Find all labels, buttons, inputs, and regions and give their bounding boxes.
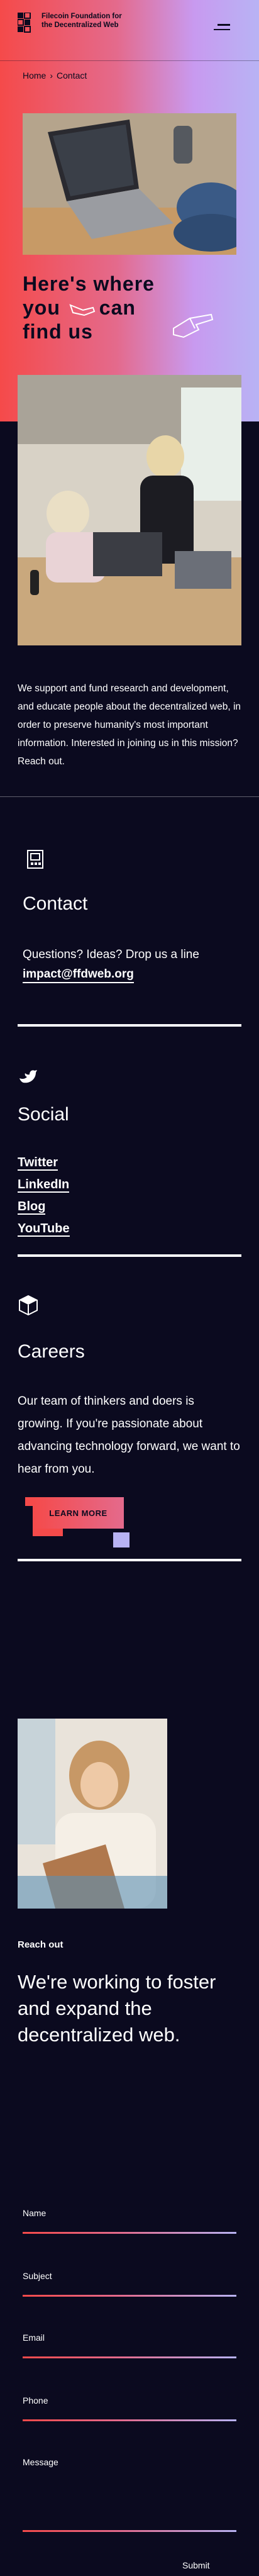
message-input[interactable] xyxy=(23,2468,236,2531)
breadcrumb-home-link[interactable]: Home xyxy=(23,70,46,81)
email-label: Email xyxy=(23,2333,45,2343)
subject-input[interactable] xyxy=(23,2282,236,2296)
intro-divider xyxy=(0,796,259,797)
careers-text: Our team of thinkers and doers is growin… xyxy=(18,1395,240,1476)
office-photo xyxy=(18,375,241,645)
contact-email-link[interactable]: impact@ffdweb.org xyxy=(23,967,134,983)
phone-label: Phone xyxy=(23,2395,48,2406)
list-item: LinkedIn xyxy=(18,1177,70,1193)
hero-title: Here's where you can find us xyxy=(23,272,155,343)
breadcrumb: Home › Contact xyxy=(23,70,87,81)
subject-field: Subject xyxy=(23,2271,236,2297)
logo-icon[interactable] xyxy=(18,13,36,35)
office-illustration xyxy=(18,375,241,645)
list-item: Blog xyxy=(18,1199,70,1215)
list-item: YouTube xyxy=(18,1221,70,1237)
youtube-link[interactable]: YouTube xyxy=(18,1222,70,1237)
message-label: Message xyxy=(23,2457,58,2467)
cube-icon xyxy=(19,1295,38,1316)
learn-more-button[interactable]: LEARN MORE xyxy=(33,1497,124,1529)
careers-title: Careers xyxy=(18,1341,85,1362)
reach-out-title: We're working to foster and expand the d… xyxy=(18,1971,216,2046)
contact-text: Questions? Ideas? Drop us a line xyxy=(23,948,199,961)
hero-photo-laptop xyxy=(23,113,236,255)
social-title: Social xyxy=(18,1104,69,1125)
blog-link[interactable]: Blog xyxy=(18,1200,46,1215)
intro-text: We support and fund research and develop… xyxy=(18,683,241,767)
menu-button[interactable] xyxy=(214,24,230,34)
logo-text[interactable]: Filecoin Foundation for the Decentralize… xyxy=(41,13,123,30)
careers-bar xyxy=(18,1559,241,1561)
header-divider xyxy=(0,60,259,61)
subject-label: Subject xyxy=(23,2271,52,2281)
person-illustration xyxy=(18,1719,167,1909)
submit-button[interactable]: Submit xyxy=(182,2560,210,2570)
reach-out-label: Reach out xyxy=(18,1939,63,1950)
phone-icon xyxy=(27,850,43,869)
phone-input[interactable] xyxy=(23,2407,236,2421)
decor-square xyxy=(113,1532,130,1547)
phone-field: Phone xyxy=(23,2395,236,2421)
contact-title: Contact xyxy=(23,893,88,914)
email-field: Email xyxy=(23,2333,236,2358)
laptop-illustration xyxy=(23,113,236,255)
name-field: Name xyxy=(23,2208,236,2234)
list-item: Twitter xyxy=(18,1155,70,1171)
social-bar xyxy=(18,1254,241,1257)
breadcrumb-separator: › xyxy=(50,70,53,81)
name-input[interactable] xyxy=(23,2219,236,2233)
name-label: Name xyxy=(23,2208,47,2218)
person-laptop-photo xyxy=(18,1719,167,1909)
bird-icon xyxy=(19,1070,37,1083)
pointing-hand-icon xyxy=(69,303,96,316)
site-header: Filecoin Foundation for the Decentralize… xyxy=(0,0,259,60)
decor-square xyxy=(33,1529,63,1536)
hand-card-icon xyxy=(173,313,214,338)
contact-bar xyxy=(18,1024,241,1027)
linkedin-link[interactable]: LinkedIn xyxy=(18,1178,70,1193)
email-input[interactable] xyxy=(23,2344,236,2358)
social-links: Twitter LinkedIn Blog YouTube xyxy=(18,1155,70,1243)
twitter-link[interactable]: Twitter xyxy=(18,1156,58,1171)
learn-more-group: LEARN MORE xyxy=(25,1497,132,1547)
hamburger-icon xyxy=(218,24,230,26)
breadcrumb-current: Contact xyxy=(57,70,87,81)
decor-square xyxy=(25,1497,33,1506)
message-field: Message xyxy=(23,2457,236,2532)
